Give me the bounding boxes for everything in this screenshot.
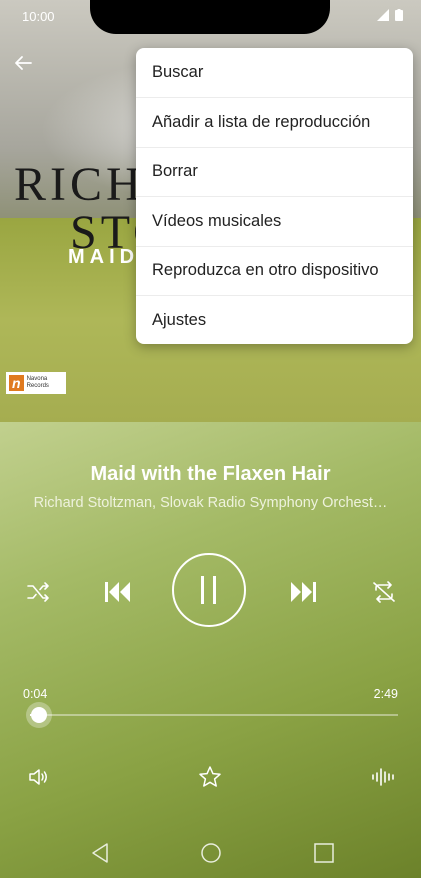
menu-item-play-on-other-device[interactable]: Reproduzca en otro dispositivo bbox=[136, 245, 413, 295]
seek-bar[interactable] bbox=[30, 714, 398, 716]
shuffle-icon[interactable] bbox=[26, 581, 50, 608]
menu-item-buscar[interactable]: Buscar bbox=[136, 48, 413, 97]
volume-icon[interactable] bbox=[27, 766, 49, 793]
elapsed-time: 0:04 bbox=[23, 687, 48, 701]
album-art-text-line1: RICH bbox=[14, 158, 145, 211]
record-label-logo-letter: n bbox=[9, 375, 24, 391]
status-bar: 10:00 bbox=[0, 0, 421, 34]
back-arrow-icon[interactable] bbox=[12, 52, 34, 74]
menu-item-delete[interactable]: Borrar bbox=[136, 146, 413, 196]
record-label-logo-text-2: Records bbox=[26, 383, 49, 389]
nav-home-icon[interactable] bbox=[200, 842, 222, 869]
star-icon[interactable] bbox=[198, 765, 222, 794]
display-notch bbox=[90, 0, 330, 34]
skip-next-icon[interactable] bbox=[290, 579, 318, 610]
total-time: 2:49 bbox=[373, 687, 398, 701]
skip-previous-icon[interactable] bbox=[103, 579, 131, 610]
record-label-logo: n Navona Records bbox=[6, 372, 66, 394]
record-label-logo-text-1: Navona bbox=[26, 376, 48, 382]
equalizer-icon[interactable] bbox=[371, 766, 395, 793]
system-navigation-bar bbox=[0, 828, 421, 878]
status-time: 10:00 bbox=[22, 9, 55, 24]
pause-button[interactable] bbox=[172, 553, 246, 627]
signal-icon bbox=[377, 9, 389, 21]
overflow-menu: Buscar Añadir a lista de reproducción Bo… bbox=[136, 48, 413, 344]
menu-item-add-to-playlist[interactable]: Añadir a lista de reproducción bbox=[136, 97, 413, 146]
battery-icon bbox=[395, 9, 403, 21]
menu-item-settings[interactable]: Ajustes bbox=[136, 294, 413, 344]
player-panel bbox=[0, 422, 421, 878]
menu-item-music-videos[interactable]: Vídeos musicales bbox=[136, 196, 413, 245]
nav-recents-icon[interactable] bbox=[313, 842, 335, 869]
nav-back-icon[interactable] bbox=[89, 841, 111, 870]
track-artist: Richard Stoltzman, Slovak Radio Symphony… bbox=[33, 495, 388, 511]
record-label-logo-text: Navona Records bbox=[27, 376, 49, 390]
track-title: Maid with the Flaxen Hair bbox=[90, 463, 331, 485]
pause-icon bbox=[201, 576, 216, 604]
status-icons bbox=[377, 9, 403, 21]
album-art-text-line3: MAID bbox=[68, 246, 140, 268]
seek-bar-thumb[interactable] bbox=[30, 707, 47, 723]
repeat-icon[interactable] bbox=[371, 580, 397, 609]
